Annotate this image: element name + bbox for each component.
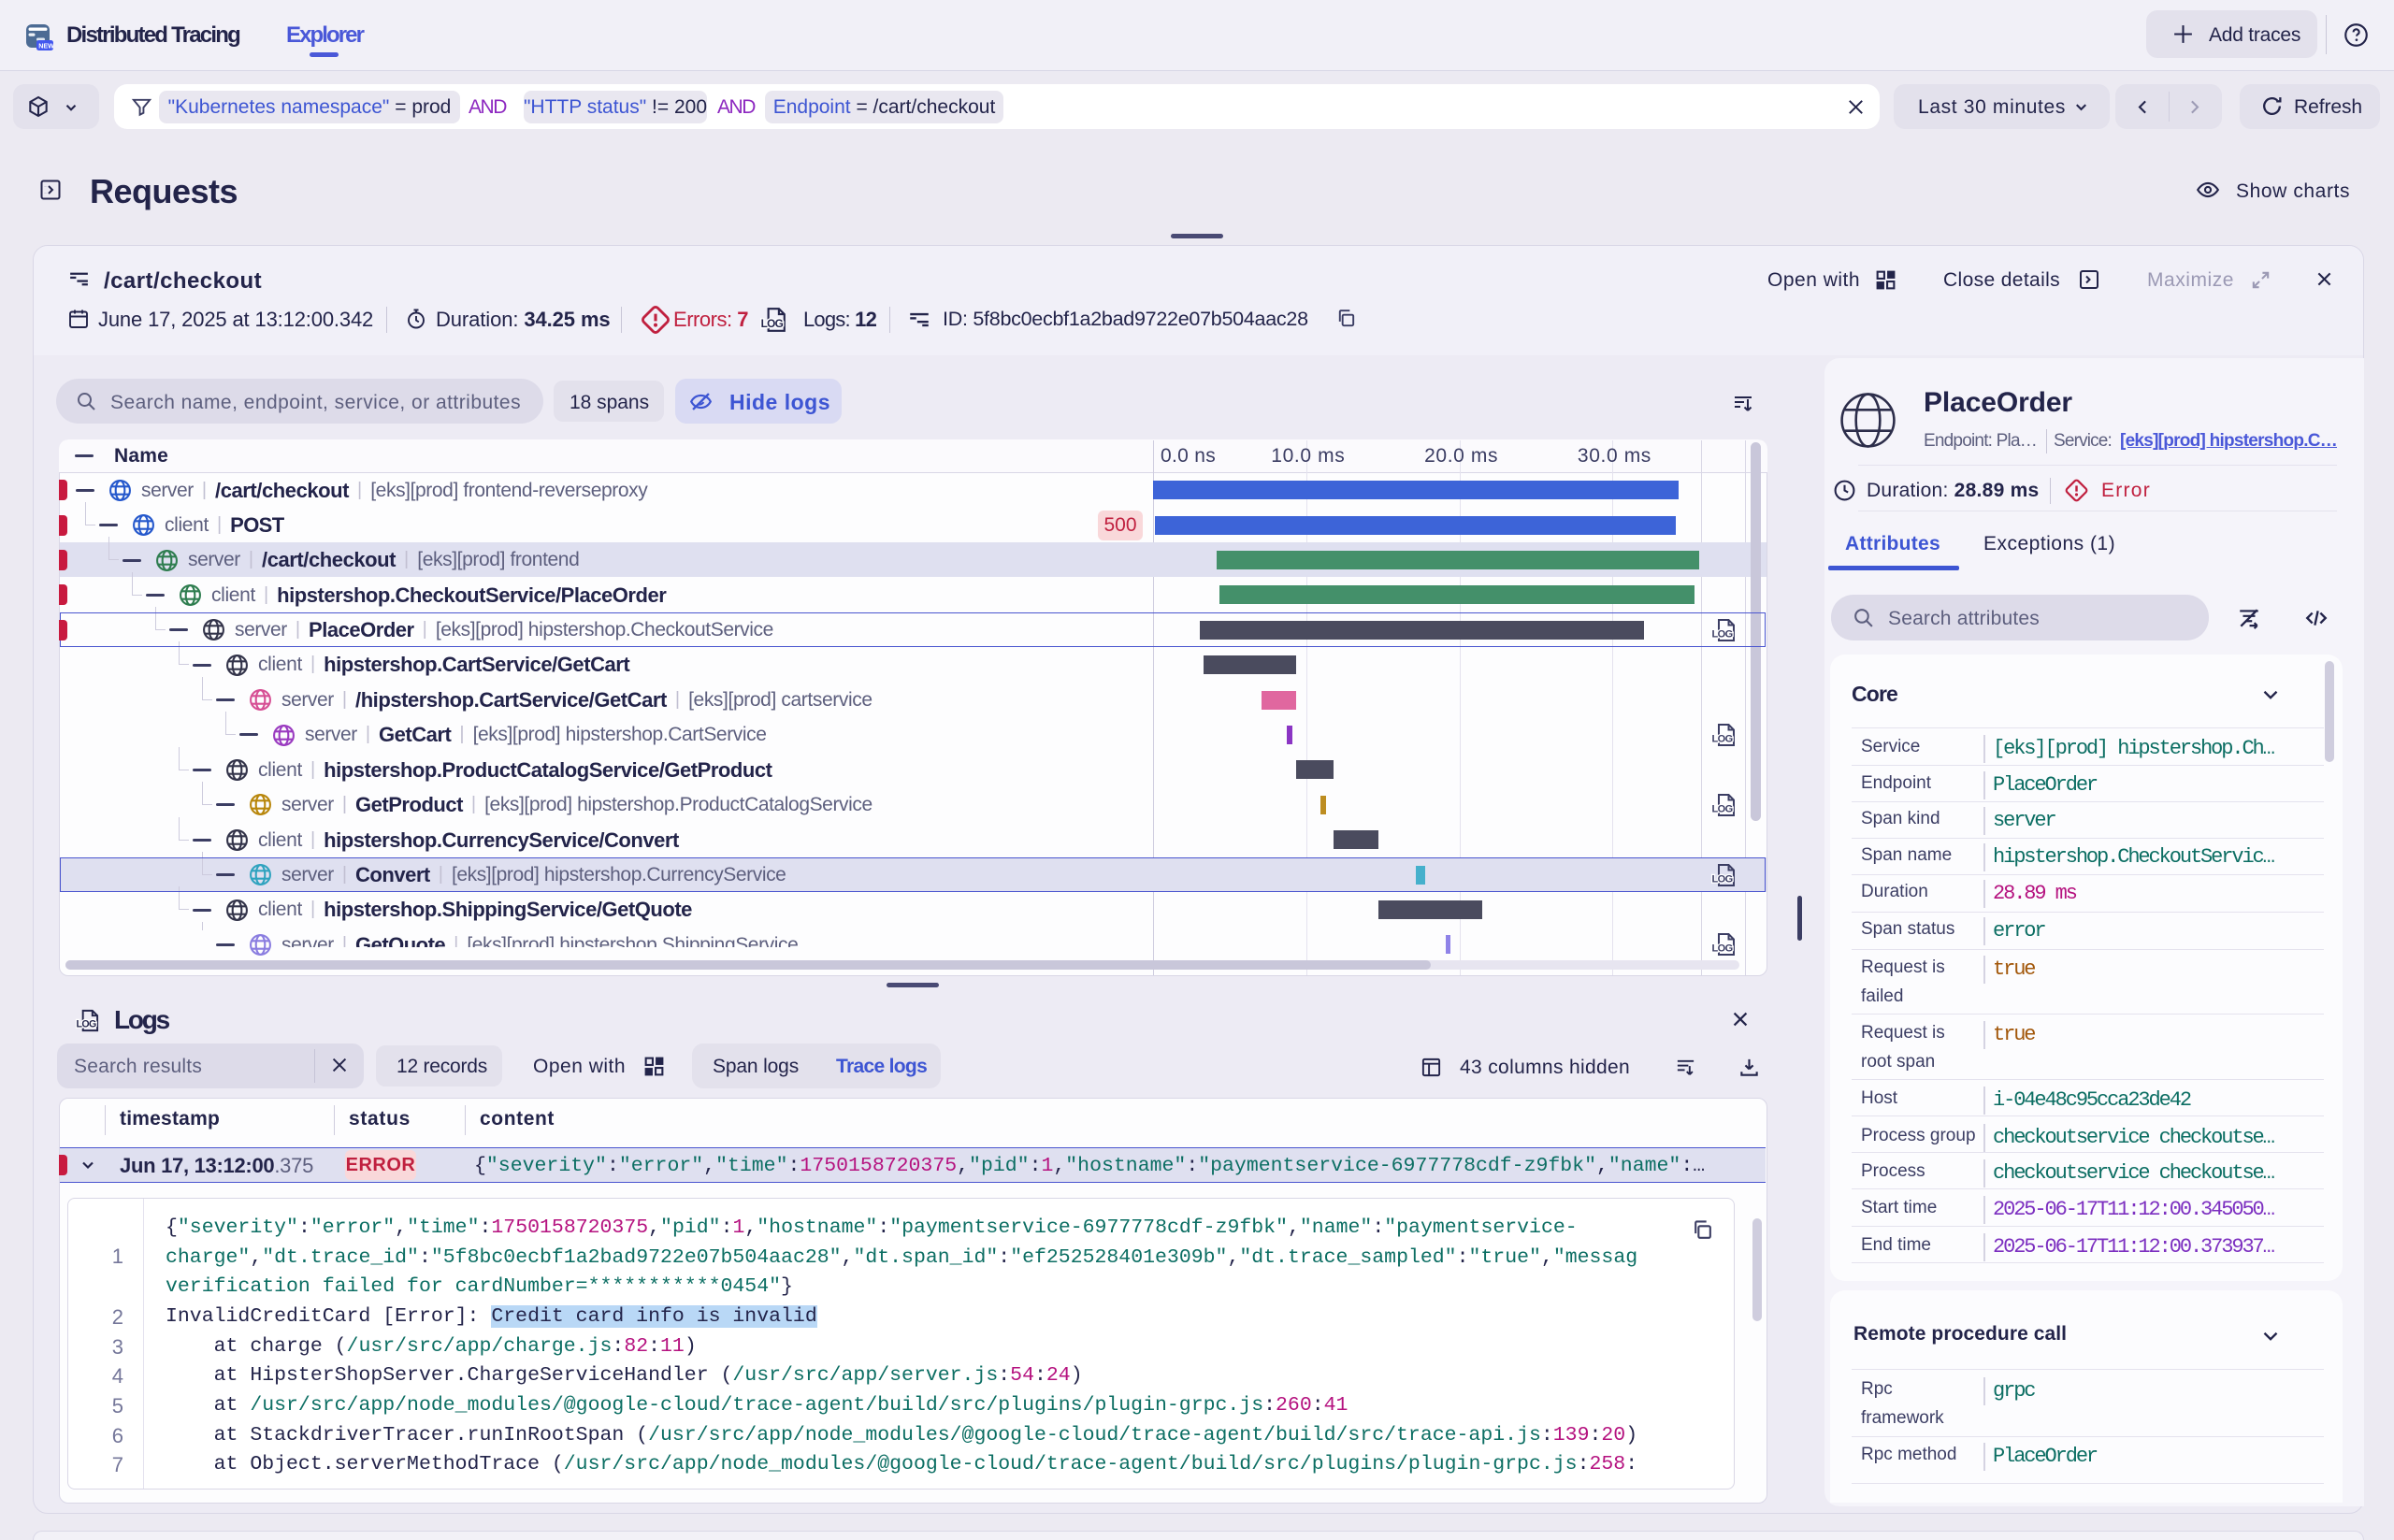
svg-text:LOG: LOG [1712, 803, 1733, 814]
svg-text:LOG: LOG [1712, 734, 1733, 745]
svg-text:NEW: NEW [38, 41, 53, 50]
svg-text:LOG: LOG [761, 318, 784, 330]
svg-text:LOG: LOG [1712, 943, 1733, 955]
svg-text:LOG: LOG [76, 1019, 96, 1030]
